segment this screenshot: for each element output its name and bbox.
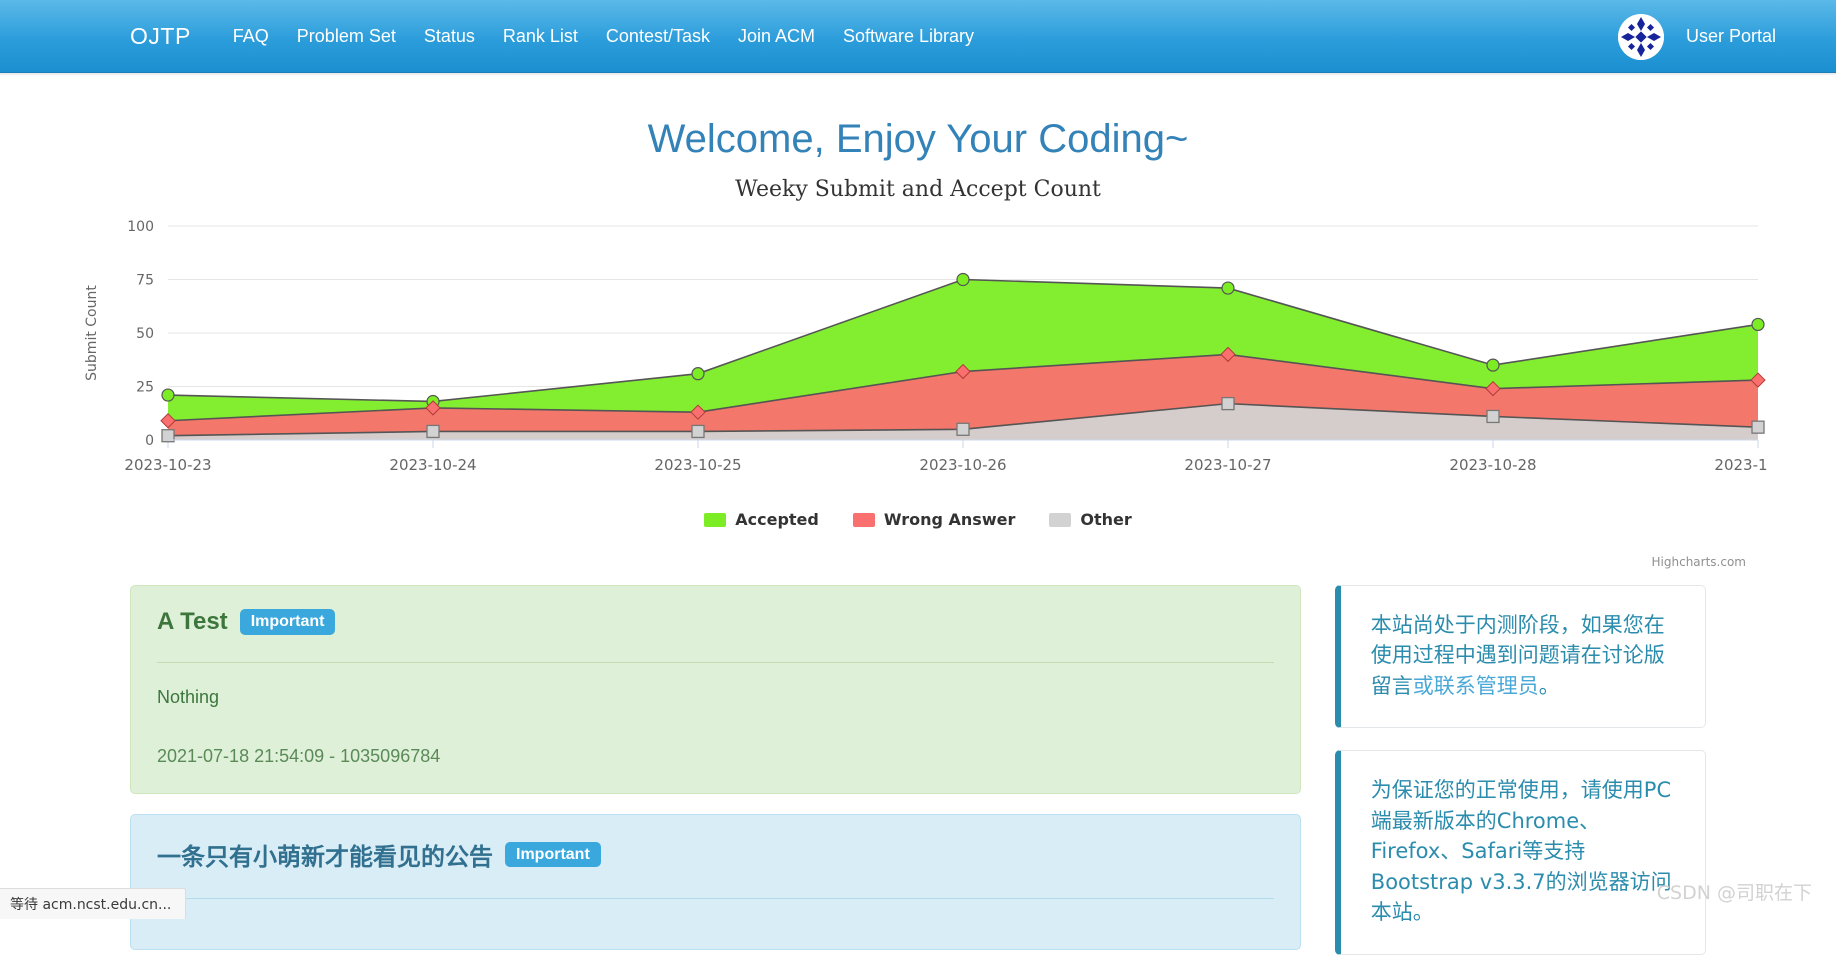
svg-text:75: 75: [136, 273, 154, 289]
nav-item-faq[interactable]: FAQ: [219, 26, 283, 47]
notice-text-after: 。: [1538, 673, 1560, 698]
status-badge-important: Important: [505, 841, 601, 868]
svg-text:2023-10-24: 2023-10-24: [389, 456, 476, 474]
svg-text:2023-10-29: 2023-10-29: [1714, 456, 1768, 474]
page-title: Welcome, Enjoy Your Coding~: [647, 117, 1189, 161]
announcement-header: 一条只有小萌新才能看见的公告 Important: [157, 837, 1274, 872]
svg-text:100: 100: [127, 219, 154, 235]
svg-text:2023-10-26: 2023-10-26: [919, 456, 1006, 474]
brand-logo-link[interactable]: OJTP: [130, 23, 191, 50]
status-badge-important: Important: [239, 609, 336, 635]
legend-swatch-other: [1049, 512, 1072, 527]
nav-item-rank-list[interactable]: Rank List: [489, 26, 592, 47]
navbar-left-group: OJTP FAQ Problem Set Status Rank List Co…: [0, 23, 988, 50]
top-navbar: OJTP FAQ Problem Set Status Rank List Co…: [0, 0, 1836, 73]
notice-card-browser: 为保证您的正常使用，请使用PC端最新版本的Chrome、Firefox、Safa…: [1334, 750, 1706, 955]
svg-text:25: 25: [136, 380, 154, 396]
content-columns: A Test Important Nothing 2021-07-18 21:5…: [0, 585, 1836, 977]
nav-item-contest-task[interactable]: Contest/Task: [592, 26, 724, 47]
legend-item-other[interactable]: Other: [1049, 510, 1132, 529]
legend-item-accepted[interactable]: Accepted: [704, 510, 819, 529]
legend-item-wrong-answer[interactable]: Wrong Answer: [852, 510, 1016, 529]
notices-column: 本站尚处于内测阶段，如果您在使用过程中遇到问题请在讨论版留言或联系管理员。 为保…: [1334, 585, 1706, 977]
announcement-card-newbie[interactable]: 一条只有小萌新才能看见的公告 Important: [130, 814, 1301, 950]
divider: [157, 662, 1274, 663]
browser-status-bar: 等待 acm.ncst.edu.cn...: [0, 888, 187, 919]
announcement-body: Nothing: [157, 687, 220, 707]
svg-text:2023-10-23: 2023-10-23: [124, 456, 211, 474]
announcement-header: A Test Important: [157, 608, 1274, 636]
chart-legend: Accepted Wrong Answer Other: [68, 510, 1768, 529]
notice-card-beta: 本站尚处于内测阶段，如果您在使用过程中遇到问题请在讨论版留言或联系管理员。: [1334, 585, 1706, 729]
nav-item-software-library[interactable]: Software Library: [829, 26, 988, 47]
nav-item-status[interactable]: Status: [410, 26, 489, 47]
navbar-right-group: User Portal: [1617, 0, 1776, 73]
svg-text:50: 50: [136, 326, 154, 342]
page-content: Welcome, Enjoy Your Coding~ Weeky Submit…: [0, 115, 1836, 977]
divider: [157, 898, 1274, 899]
svg-text:Submit Count: Submit Count: [84, 285, 100, 381]
school-emblem-icon[interactable]: [1617, 13, 1664, 60]
legend-label-other: Other: [1080, 510, 1132, 529]
svg-text:2023-10-28: 2023-10-28: [1449, 456, 1536, 474]
legend-label-accepted: Accepted: [735, 510, 819, 529]
announcement-title: 一条只有小萌新才能看见的公告: [157, 844, 493, 871]
chart-credit[interactable]: Highcharts.com: [1652, 555, 1746, 569]
announcements-column: A Test Important Nothing 2021-07-18 21:5…: [130, 585, 1301, 970]
svg-text:2023-10-27: 2023-10-27: [1184, 456, 1271, 474]
user-portal-link[interactable]: User Portal: [1686, 26, 1776, 47]
contact-admin-link[interactable]: 或联系管理员: [1413, 674, 1539, 698]
nav-item-problem-set[interactable]: Problem Set: [283, 26, 410, 47]
submit-accept-chart: Weeky Submit and Accept Count 0 25 50 75 100…: [68, 177, 1768, 569]
chart-title: Weeky Submit and Accept Count: [735, 177, 1101, 202]
legend-swatch-accepted: [704, 512, 727, 527]
chart-plot-area[interactable]: 0 25 50 75 100 Submit Count 2023-10-23 2023-10-…: [68, 208, 1768, 508]
announcement-title: A Test: [157, 608, 228, 635]
announcement-meta: 2021-07-18 21:54:09 - 1035096784: [157, 746, 441, 766]
notice-text: 为保证您的正常使用，请使用PC端最新版本的Chrome、Firefox、Safa…: [1370, 778, 1672, 925]
legend-swatch-wrong-answer: [852, 512, 875, 527]
announcement-card-a-test[interactable]: A Test Important Nothing 2021-07-18 21:5…: [130, 585, 1301, 794]
notice-text: 本站尚处于内测阶段，如果您在使用过程中遇到问题请在讨论版留言或联系管理员。: [1371, 610, 1679, 701]
svg-text:2023-10-25: 2023-10-25: [654, 456, 741, 474]
legend-label-wrong-answer: Wrong Answer: [883, 510, 1016, 529]
nav-item-join-acm[interactable]: Join ACM: [724, 26, 829, 47]
header-shadow: [0, 73, 1836, 76]
svg-text:0: 0: [145, 433, 154, 449]
